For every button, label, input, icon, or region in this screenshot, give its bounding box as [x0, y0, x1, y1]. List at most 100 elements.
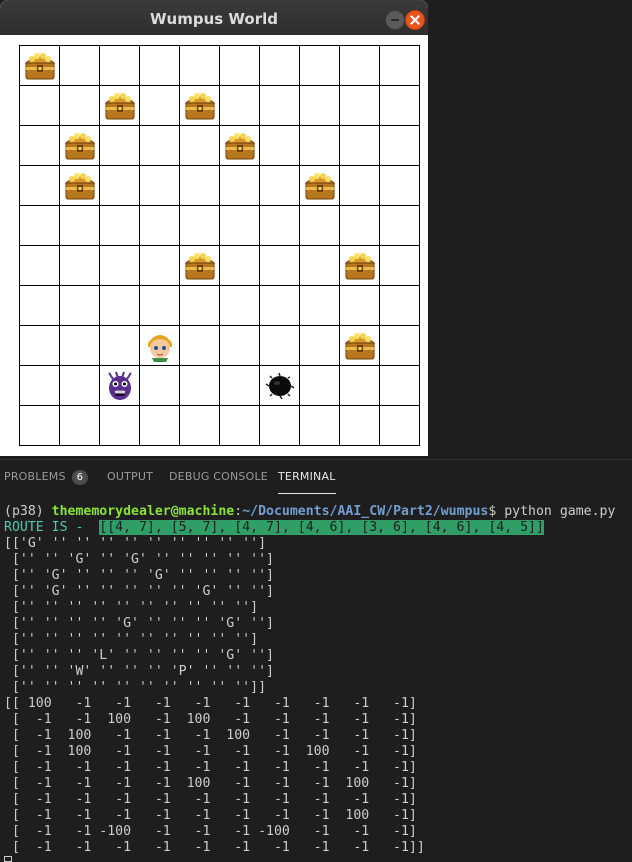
treasure-chest-icon	[343, 329, 377, 363]
terminal-line: ['' '' 'W' '' '' '' 'P' '' '' '']	[4, 664, 274, 679]
board-cell	[380, 286, 420, 326]
board-cell	[260, 246, 300, 286]
bottom-panel: PROBLEMS 6 OUTPUT DEBUG CONSOLE TERMINAL …	[0, 459, 632, 862]
board-cell	[60, 46, 100, 86]
board-cell	[380, 246, 420, 286]
terminal-line: [ -1 -1 -100 -1 -1 -1 -100 -1 -1 -1]	[4, 824, 417, 839]
board-cell	[60, 326, 100, 366]
board-cell	[20, 46, 60, 86]
board-cell	[340, 86, 380, 126]
terminal-line: [ -1 100 -1 -1 -1 -1 -1 100 -1 -1]	[4, 744, 417, 759]
board-grid	[19, 45, 420, 446]
board-cell	[220, 366, 260, 406]
board-cell	[20, 86, 60, 126]
board-cell	[300, 46, 340, 86]
board-cell	[220, 86, 260, 126]
terminal-line: ['' '' '' '' 'G' '' '' '' 'G' '']	[4, 616, 274, 631]
board-cell	[260, 86, 300, 126]
board-cell	[380, 86, 420, 126]
board-cell	[300, 286, 340, 326]
game-canvas	[8, 35, 428, 456]
prompt-command: $ python game.py	[488, 504, 616, 519]
player-icon	[143, 329, 177, 363]
board-cell	[260, 326, 300, 366]
board-cell	[260, 46, 300, 86]
board-cell	[180, 366, 220, 406]
board-cell	[20, 326, 60, 366]
board-cell	[220, 326, 260, 366]
board-cell	[260, 286, 300, 326]
board-cell	[380, 46, 420, 86]
board-cell	[20, 286, 60, 326]
board-cell	[260, 406, 300, 446]
board-cell	[20, 206, 60, 246]
board-cell	[180, 166, 220, 206]
board-cell	[380, 326, 420, 366]
terminal-line: [ -1 -1 -1 -1 -1 -1 -1 -1 -1 -1]	[4, 792, 417, 807]
terminal-output[interactable]: (p38) thememorydealer@machine:~/Document…	[4, 504, 628, 856]
terminal-line: [['G' '' '' '' '' '' '' '' '' '']	[4, 536, 267, 551]
terminal-line: ['' '' '' '' '' '' '' '' '' '']	[4, 600, 259, 615]
board-cell	[20, 406, 60, 446]
board-cell	[140, 166, 180, 206]
tab-debug-console[interactable]: DEBUG CONSOLE	[169, 460, 268, 493]
board-cell	[300, 126, 340, 166]
board-cell	[100, 46, 140, 86]
board-cell	[140, 406, 180, 446]
board-cell	[260, 166, 300, 206]
tab-terminal[interactable]: TERMINAL	[278, 460, 336, 494]
window-title: Wumpus World	[149, 10, 278, 28]
board-cell	[340, 366, 380, 406]
board-cell	[300, 366, 340, 406]
game-window: Wumpus World	[0, 0, 428, 456]
board-cell	[180, 246, 220, 286]
board-cell	[340, 206, 380, 246]
board-cell	[100, 326, 140, 366]
tab-problems-label: PROBLEMS	[4, 470, 66, 483]
board-cell	[140, 126, 180, 166]
treasure-chest-icon	[63, 129, 97, 163]
board-cell	[300, 246, 340, 286]
board-cell	[340, 326, 380, 366]
terminal-line: ['' 'G' '' '' '' 'G' '' '' '' '']	[4, 568, 274, 583]
board-cell	[60, 166, 100, 206]
board-cell	[100, 86, 140, 126]
terminal-line: ['' '' '' '' '' '' '' '' '' '']	[4, 632, 259, 647]
board-cell	[260, 206, 300, 246]
board-cell	[140, 206, 180, 246]
terminal-line: ['' '' '' 'L' '' '' '' '' 'G' '']	[4, 648, 274, 663]
board-cell	[60, 246, 100, 286]
terminal-cursor	[4, 856, 12, 862]
terminal-line: [ -1 -1 -1 -1 -1 -1 -1 -1 100 -1]	[4, 808, 417, 823]
board-cell	[220, 166, 260, 206]
tab-problems[interactable]: PROBLEMS 6	[4, 460, 89, 493]
board-cell	[340, 126, 380, 166]
window-titlebar[interactable]: Wumpus World	[0, 0, 428, 35]
terminal-line: ['' 'G' '' '' '' '' '' 'G' '' '']	[4, 584, 274, 599]
board-cell	[100, 286, 140, 326]
board-cell	[300, 406, 340, 446]
pit-icon	[263, 369, 297, 403]
minimize-icon[interactable]	[385, 10, 405, 30]
board-cell	[340, 46, 380, 86]
board-cell	[140, 286, 180, 326]
board-cell	[340, 406, 380, 446]
board-cell	[300, 326, 340, 366]
board-cell	[180, 286, 220, 326]
board-cell	[100, 246, 140, 286]
prompt-line: (p38) thememorydealer@machine:~/Document…	[4, 504, 628, 520]
terminal-line: [ -1 -1 -1 -1 -1 -1 -1 -1 -1 -1]]	[4, 840, 425, 855]
board-cell	[140, 326, 180, 366]
board-cell	[20, 366, 60, 406]
close-icon[interactable]	[405, 10, 425, 30]
board-cell	[20, 126, 60, 166]
problems-count-badge: 6	[71, 469, 89, 485]
board-cell	[100, 406, 140, 446]
tab-output[interactable]: OUTPUT	[107, 460, 153, 493]
board-cell	[180, 86, 220, 126]
board-cell	[60, 206, 100, 246]
board-cell	[380, 406, 420, 446]
terminal-line: [ -1 100 -1 -1 -1 100 -1 -1 -1 -1]	[4, 728, 417, 743]
board-cell	[260, 366, 300, 406]
board-cell	[380, 126, 420, 166]
